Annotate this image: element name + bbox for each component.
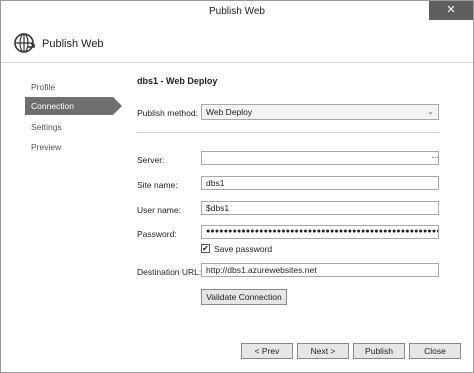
destination-url-label: Destination URL:: [137, 267, 202, 277]
publish-web-dialog: Publish Web ✕ Publish Web Profile Connec…: [0, 0, 474, 373]
publish-button[interactable]: Publish: [353, 343, 405, 359]
next-button[interactable]: Next >: [297, 343, 349, 359]
password-label: Password:: [137, 229, 177, 239]
close-icon: ✕: [446, 4, 456, 16]
save-password-checkbox[interactable]: ✔: [201, 244, 210, 253]
validate-connection-button[interactable]: Validate Connection: [201, 289, 287, 305]
prev-button[interactable]: < Prev: [241, 343, 293, 359]
header-title: Publish Web: [42, 38, 104, 50]
checkmark-icon: ✔: [202, 244, 209, 253]
publish-method-label: Publish method:: [137, 108, 198, 118]
password-input[interactable]: ●●●●●●●●●●●●●●●●●●●●●●●●●●●●●●●●●●●●●●●●…: [201, 225, 439, 239]
server-label: Server:: [137, 155, 165, 165]
connection-panel: dbs1 - Web Deploy Publish method: Web De…: [1, 64, 473, 372]
globe-icon: [14, 33, 35, 53]
title-bar[interactable]: Publish Web ✕: [1, 1, 473, 23]
save-password-label[interactable]: Save password: [214, 244, 272, 254]
dialog-header: Publish Web: [1, 23, 473, 63]
destination-url-input[interactable]: http://dbs1.azurewebsites.net: [201, 263, 439, 277]
user-name-label: User name:: [137, 205, 181, 215]
close-button[interactable]: Close: [409, 343, 461, 359]
publish-method-select[interactable]: Web Deploy ⌄: [201, 104, 439, 120]
window-close-button[interactable]: ✕: [429, 1, 473, 20]
chevron-down-icon: ⌄: [427, 107, 434, 116]
site-name-input[interactable]: dbs1: [201, 176, 439, 190]
site-name-label: Site name:: [137, 180, 178, 190]
server-redacted-value: [432, 157, 438, 160]
publish-method-value: Web Deploy: [206, 107, 253, 117]
user-name-input[interactable]: $dbs1: [201, 201, 439, 215]
server-input[interactable]: [201, 151, 439, 165]
section-title: dbs1 - Web Deploy: [137, 76, 218, 86]
window-title: Publish Web: [209, 6, 265, 17]
divider: [137, 132, 439, 133]
